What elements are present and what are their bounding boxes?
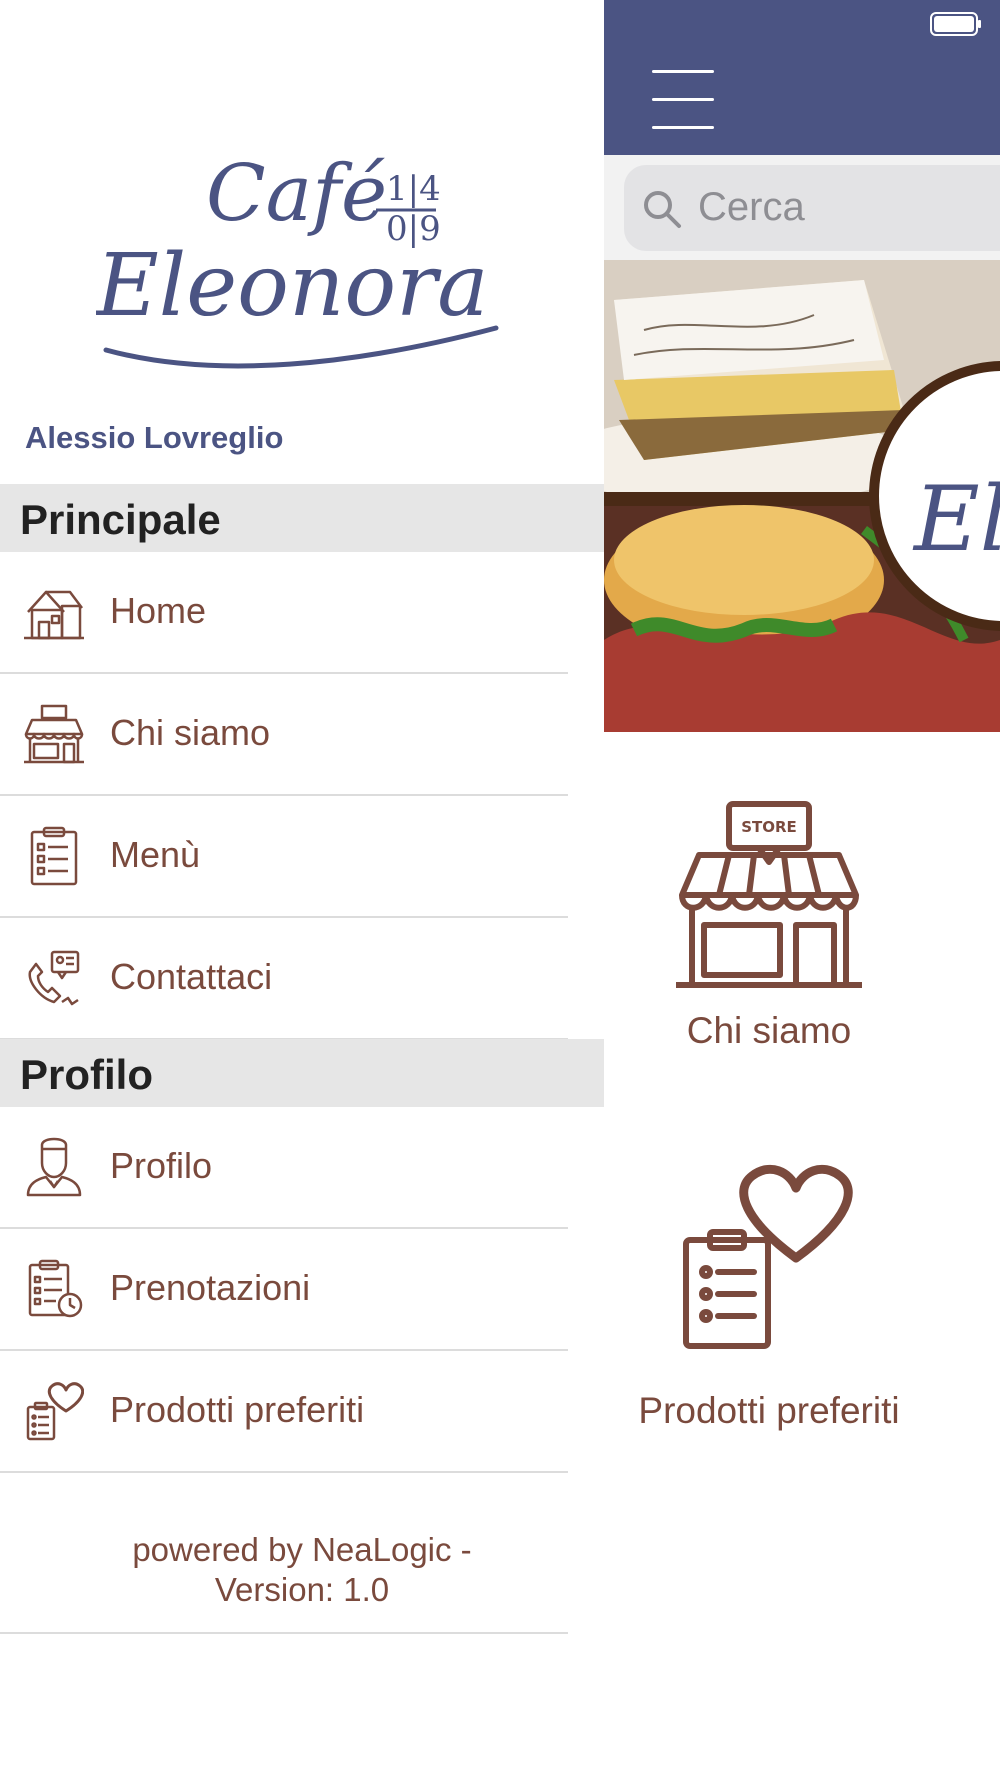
section-principale: Principale: [0, 484, 604, 552]
store-icon: [24, 704, 84, 764]
search-icon: [644, 191, 681, 228]
tile-chi-siamo[interactable]: STORE Chi siamo: [604, 780, 934, 1080]
tile-chi-siamo-label: Chi siamo: [686, 1010, 852, 1051]
menu-item-menu[interactable]: Menù: [0, 796, 568, 918]
logo-mark-bottom: 0|9: [386, 209, 441, 249]
menu-item-contattaci[interactable]: Contattaci: [0, 918, 568, 1040]
user-profile-icon: [26, 1137, 82, 1197]
menu-item-label: Menù: [110, 834, 201, 875]
menu-item-label: Prodotti preferiti: [110, 1389, 365, 1430]
search-bar-container: Cerca: [604, 155, 1000, 260]
main-screen: Cerca El STORE Chi siamo Prodotti prefer…: [604, 0, 1000, 1778]
menu-item-label: Chi siamo: [110, 712, 271, 753]
store-badge-text: STORE: [741, 818, 797, 836]
tile-prodotti-preferiti-label: Prodotti preferiti: [638, 1390, 900, 1431]
footer-divider: [0, 1632, 568, 1634]
side-menu-drawer: Café Eleonora 1|4 0|9 Alessio Lovreglio …: [0, 0, 604, 1778]
clipboard-heart-icon: [26, 1382, 84, 1441]
footer-version: Version: 1.0: [214, 1571, 390, 1608]
footer-credits: powered by NeaLogic - Version: 1.0: [0, 1530, 604, 1610]
user-name: Alessio Lovreglio: [25, 420, 284, 455]
menu-item-prodotti-preferiti[interactable]: Prodotti preferiti: [0, 1351, 568, 1473]
house-icon: [24, 590, 84, 640]
logo-line1: Café: [206, 150, 387, 239]
svg-text:El: El: [912, 467, 1000, 572]
logo-line2: Eleonora: [96, 236, 489, 336]
hamburger-menu-button[interactable]: [652, 68, 714, 132]
menu-item-label: Profilo: [110, 1145, 213, 1186]
top-bar: [604, 0, 1000, 155]
clipboard-heart-icon: [683, 1164, 853, 1349]
menu-item-home[interactable]: Home: [0, 552, 568, 674]
clipboard-clock-icon: [28, 1259, 83, 1318]
clipboard-list-icon: [30, 826, 78, 886]
menu-item-label: Contattaci: [110, 956, 273, 997]
store-icon: STORE: [676, 801, 862, 988]
section-profilo: Profilo: [0, 1039, 604, 1107]
banner-image: El: [604, 260, 1000, 732]
battery-icon: [930, 12, 981, 36]
search-placeholder: Cerca: [698, 185, 805, 229]
cafe-eleonora-logo: Café Eleonora 1|4 0|9: [96, 150, 499, 369]
logo-mark-top: 1|4: [386, 169, 441, 209]
menu-item-label: Prenotazioni: [110, 1267, 311, 1308]
section-title: Principale: [20, 496, 221, 543]
menu-item-prenotazioni[interactable]: Prenotazioni: [0, 1229, 568, 1351]
section-title: Profilo: [20, 1051, 153, 1098]
tile-prodotti-preferiti[interactable]: Prodotti preferiti: [604, 1150, 934, 1450]
footer-powered-by: powered by NeaLogic -: [132, 1531, 472, 1568]
search-input[interactable]: Cerca: [624, 165, 1000, 251]
menu-item-label: Home: [110, 590, 207, 631]
phone-contact-icon: [28, 950, 80, 1006]
menu-item-profilo[interactable]: Profilo: [0, 1107, 568, 1229]
menu-item-chi-siamo[interactable]: Chi siamo: [0, 674, 568, 796]
